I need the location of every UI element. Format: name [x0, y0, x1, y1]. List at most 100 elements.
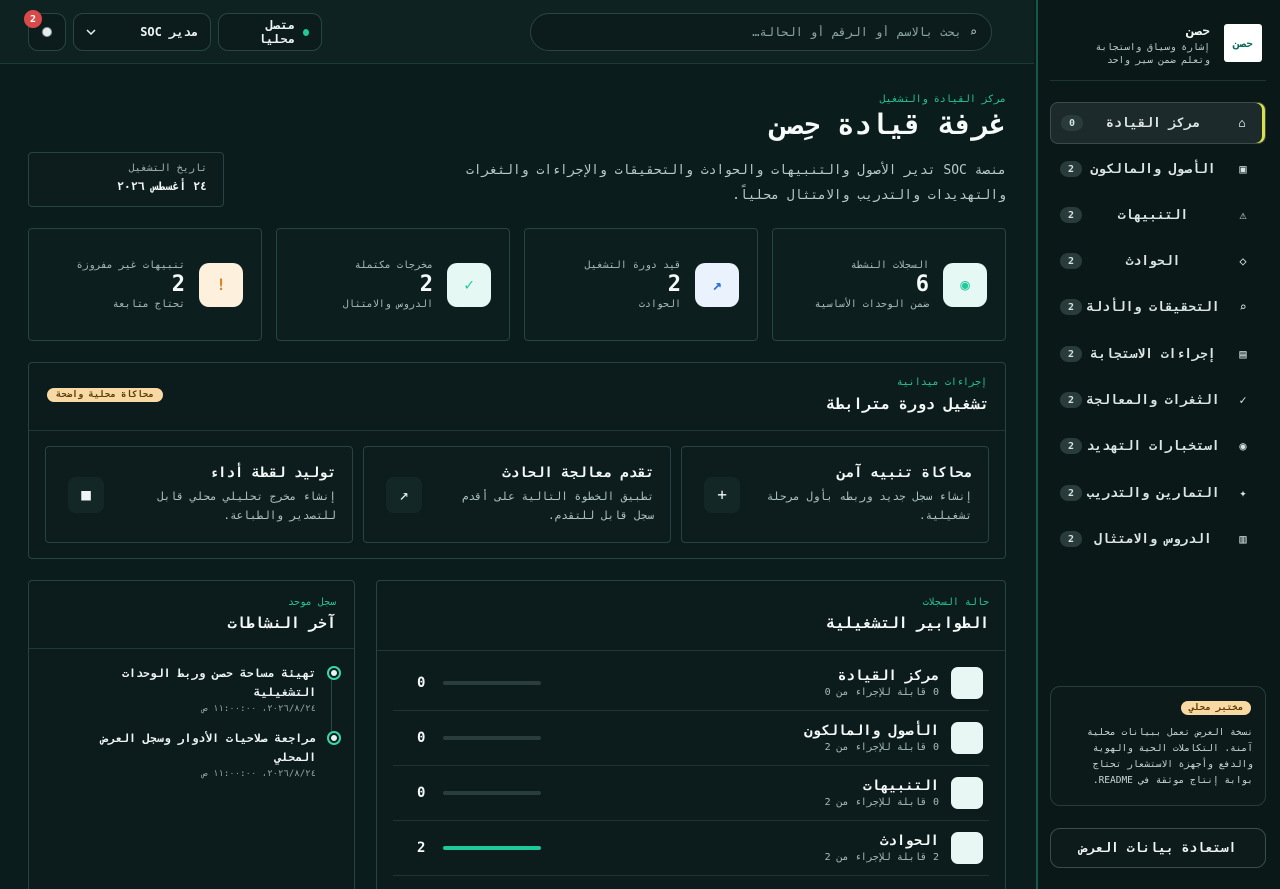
server-icon: ▣	[1239, 162, 1247, 176]
check-icon: ✓	[1239, 393, 1247, 407]
stat-label: تنبيهات غير مفروزة	[76, 259, 185, 271]
recent-activity-panel: سجل موحد آخر النشاطات تهيئة مساحة حصن ور…	[28, 580, 355, 889]
brand-logo[interactable]: حصن	[1224, 24, 1262, 62]
radar-icon: ◉	[1239, 439, 1247, 453]
queue-subtitle: 0 قابلة للإجراء من 2	[824, 742, 939, 753]
generate-snapshot-action[interactable]: توليد لقطة أداء إنشاء مخرج تحليلي محلي ق…	[45, 446, 353, 543]
sidebar-item-lessons[interactable]: ▥ الدروس والامتثال 2	[1050, 518, 1266, 560]
sidebar-item-threat-intel[interactable]: ◉ استخبارات التهديد 2	[1050, 425, 1266, 467]
page-description: منصة SOC تدير الأصول والتنبيهات والحوادث…	[465, 163, 1006, 203]
queue-progress-bar	[443, 736, 541, 740]
sidebar-item-investigations[interactable]: ⌕ التحقيقات والأدلة 2	[1050, 286, 1266, 328]
sidebar-item-response-actions[interactable]: ▤ إجراءات الاستجابة 2	[1050, 333, 1266, 375]
sidebar-item-label: الدروس والامتثال	[1094, 531, 1212, 547]
local-lab-badge: مختبر محلي	[1180, 701, 1251, 715]
queue-icon	[951, 722, 983, 754]
action-description: إنشاء سجل جديد وربطه بأول مرحلة تشغيلية.	[766, 489, 972, 522]
local-lab-text: نسخة العرض تعمل ببيانات محلية آمنة. التك…	[1087, 727, 1253, 786]
sidebar-item-label: إجراءات الاستجابة	[1090, 346, 1216, 362]
sidebar-item-label: التمارين والتدريب	[1086, 485, 1220, 501]
record-icon: ◉	[943, 262, 987, 307]
activity-item: تهيئة مساحة حصن وربط الوحدات التشغيلية ٢…	[98, 664, 341, 714]
sidebar-item-command-center[interactable]: ⌂ مركز القيادة 0	[1050, 102, 1266, 144]
search-input[interactable]	[545, 25, 962, 39]
activity-title: آخر النشاطات	[227, 614, 336, 632]
stat-card-untriaged-alerts: ! تنبيهات غير مفروزة 2 تحتاج متابعة	[28, 228, 262, 341]
stat-card-active-records: ◉ السجلات النشطة 6 ضمن الوحدات الأساسية	[772, 228, 1006, 341]
sidebar-item-count: 2	[1060, 253, 1082, 269]
queue-row[interactable]: الحوادث 2 قابلة للإجراء من 2 2	[393, 821, 989, 876]
stat-label: السجلات النشطة	[850, 259, 929, 271]
queue-row[interactable]: مركز القيادة 0 قابلة للإجراء من 0 0	[393, 656, 989, 711]
action-description: إنشاء مخرج تحليلي محلي قابل للتصدير والط…	[157, 489, 336, 522]
sidebar: حصن حصن إشارة وسياق واستجابة وتعلم ضمن س…	[1036, 0, 1280, 889]
checklist-icon: ▤	[1239, 347, 1247, 361]
field-actions-title: تشغيل دورة مترابطة	[826, 395, 989, 413]
queue-count: 0	[417, 730, 426, 746]
sidebar-item-incidents[interactable]: ◇ الحوادث 2	[1050, 240, 1266, 282]
stat-subtitle: الحوادث	[638, 298, 681, 310]
queue-row[interactable]: التنبيهات 0 قابلة للإجراء من 2 0	[393, 766, 989, 821]
panel-divider	[29, 430, 1005, 431]
queues-eyebrow: حالة السجلات	[922, 597, 989, 608]
diamond-icon: ◇	[1239, 254, 1247, 268]
action-description: تطبيق الخطوة التالية على أقدم سجل قابل ل…	[461, 489, 654, 522]
sidebar-item-count: 2	[1060, 438, 1082, 454]
queue-row[interactable]: الأصول والمالكون 0 قابلة للإجراء من 2 0	[393, 711, 989, 766]
restore-demo-data-button[interactable]: استعادة بيانات العرض	[1050, 828, 1266, 868]
sidebar-item-vulnerabilities[interactable]: ✓ الثغرات والمعالجة 2	[1050, 379, 1266, 421]
simulate-alert-action[interactable]: محاكاة تنبيه آمن إنشاء سجل جديد وربطه بأ…	[681, 446, 989, 543]
search-box[interactable]: ⌕	[530, 13, 992, 51]
queue-count: 0	[417, 675, 426, 691]
stat-subtitle: ضمن الوحدات الأساسية	[814, 298, 929, 310]
timeline-dot-icon	[327, 731, 341, 745]
queue-icon	[951, 777, 983, 809]
stat-card-in-progress: ↗ قيد دورة التشغيل 2 الحوادث	[524, 228, 758, 341]
status-dot-icon	[302, 28, 309, 36]
field-actions-eyebrow: إجراءات ميدانية	[896, 377, 987, 388]
sidebar-item-count: 2	[1060, 531, 1082, 547]
sidebar-item-count: 2	[1060, 392, 1082, 408]
activity-item: مراجعة صلاحيات الأدوار وسجل العرض المحلي…	[98, 729, 341, 779]
operation-date-value: ٢٤ أغسطس ٢٠٢٦	[116, 179, 207, 193]
sidebar-item-exercises[interactable]: ✦ التمارين والتدريب 2	[1050, 472, 1266, 514]
sidebar-item-count: 2	[1060, 346, 1082, 362]
queue-progress-bar	[443, 791, 541, 795]
stat-label: مخرجات مكتملة	[354, 259, 433, 271]
stat-subtitle: تحتاج متابعة	[112, 298, 185, 310]
sidebar-item-count: 0	[1061, 115, 1083, 131]
sidebar-item-label: الثغرات والمعالجة	[1086, 392, 1220, 408]
check-icon: ✓	[447, 262, 491, 307]
topbar: ⌕ متصل محليا مدير SOC 2	[0, 0, 1034, 64]
sidebar-item-assets[interactable]: ▣ الأصول والمالكون 2	[1050, 148, 1266, 190]
queue-count: 2	[417, 840, 426, 856]
queue-subtitle: 2 قابلة للإجراء من 2	[824, 852, 939, 863]
hero-eyebrow: مركز القيادة والتشغيل	[879, 94, 1006, 105]
sidebar-item-alerts[interactable]: ⚠ التنبيهات 2	[1050, 194, 1266, 236]
brand-tagline: إشارة وسياق واستجابة وتعلم ضمن سير واحد	[1095, 42, 1210, 66]
search-icon: ⌕	[969, 25, 977, 39]
sidebar-item-count: 2	[1060, 485, 1082, 501]
queue-subtitle: 0 قابلة للإجراء من 2	[824, 797, 939, 808]
connection-status: متصل محليا	[218, 13, 322, 51]
chevron-down-icon	[86, 29, 96, 35]
stat-value: 6	[915, 271, 929, 297]
stat-label: قيد دورة التشغيل	[584, 259, 681, 271]
panel-divider	[377, 650, 1005, 651]
queue-title: التنبيهات	[863, 778, 939, 794]
operational-queues-panel: حالة السجلات الطوابير التشغيلية مركز الق…	[376, 580, 1006, 889]
timeline-dot-icon	[327, 666, 341, 680]
queue-progress-fill	[443, 846, 541, 850]
stat-card-completed-outputs: ✓ مخرجات مكتملة 2 الدروس والامتثال	[276, 228, 510, 341]
stat-subtitle: الدروس والامتثال	[342, 298, 433, 310]
queue-progress-bar	[443, 846, 541, 850]
activity-text: مراجعة صلاحيات الأدوار وسجل العرض المحلي	[101, 731, 316, 764]
action-title: محاكاة تنبيه آمن	[837, 464, 972, 481]
advance-incident-action[interactable]: تقدم معالجة الحادث تطبيق الخطوة التالية …	[363, 446, 671, 543]
sidebar-item-label: مركز القيادة	[1106, 115, 1200, 131]
role-select[interactable]: مدير SOC	[73, 13, 211, 51]
notification-icon	[42, 27, 52, 37]
stat-value: 2	[419, 271, 433, 297]
field-actions-panel: إجراءات ميدانية تشغيل دورة مترابطة محاكا…	[28, 362, 1006, 559]
stat-value: 2	[171, 271, 185, 297]
